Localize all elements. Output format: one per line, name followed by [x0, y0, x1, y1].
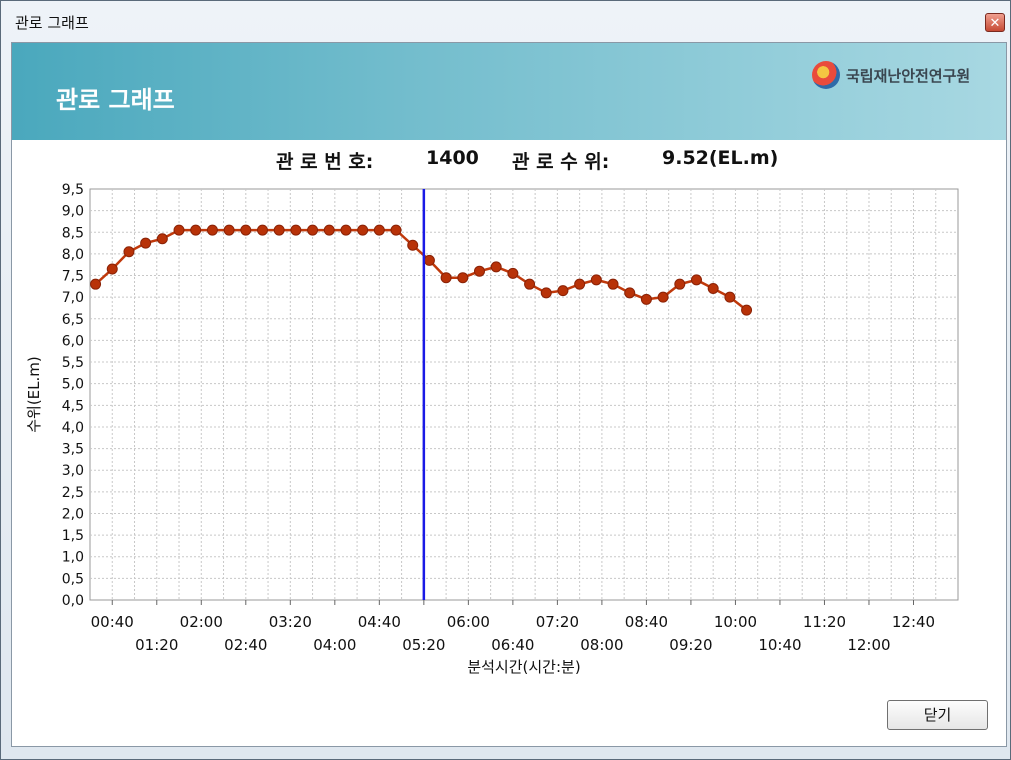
y-tick-label: 5,5 — [62, 355, 84, 371]
x-tick-label: 04:40 — [358, 613, 401, 631]
data-point — [240, 224, 252, 236]
data-point — [574, 278, 586, 290]
y-tick-label: 3,0 — [62, 463, 84, 479]
x-tick-label: 02:40 — [224, 636, 267, 654]
y-tick-label: 4,5 — [62, 398, 84, 414]
data-point — [724, 291, 736, 303]
x-tick-label: 11:20 — [803, 613, 846, 631]
x-axis-label: 분석시간(시간:분) — [467, 658, 580, 676]
data-point — [473, 265, 485, 277]
data-point — [290, 224, 302, 236]
data-point — [707, 283, 719, 295]
close-icon[interactable]: ✕ — [985, 13, 1005, 32]
data-point — [340, 224, 352, 236]
data-point — [140, 237, 152, 249]
content-panel: 관로 그래프 국립재난안전연구원 관 로 번 호: 1400 관 로 수 위: … — [11, 42, 1007, 747]
data-point — [607, 278, 619, 290]
y-tick-label: 8,0 — [62, 247, 84, 263]
data-point — [557, 285, 569, 297]
y-tick-label: 6,0 — [62, 333, 84, 349]
title-bar: 관로 그래프 ✕ — [1, 1, 1010, 41]
plot-area — [89, 188, 959, 601]
window-title: 관로 그래프 — [15, 14, 89, 32]
data-point — [657, 291, 669, 303]
data-point — [123, 246, 135, 258]
data-point — [256, 224, 268, 236]
x-tick-label: 07:20 — [536, 613, 579, 631]
x-tick-label: 08:00 — [580, 636, 623, 654]
x-tick-label: 04:00 — [313, 636, 356, 654]
data-point — [190, 224, 202, 236]
x-tick-label: 10:00 — [714, 613, 757, 631]
y-tick-label: 9,5 — [62, 182, 84, 198]
y-tick-label: 0,0 — [62, 593, 84, 609]
x-tick-label: 05:20 — [402, 636, 445, 654]
data-point — [156, 233, 168, 245]
data-point — [690, 274, 702, 286]
data-point — [373, 224, 385, 236]
data-point — [323, 224, 335, 236]
y-tick-label: 4,0 — [62, 420, 84, 436]
y-axis-label: 수위(EL.m) — [25, 356, 43, 433]
data-point — [173, 224, 185, 236]
data-point — [640, 293, 652, 305]
y-tick-label: 7,5 — [62, 269, 84, 285]
data-point — [106, 263, 118, 275]
y-tick-label: 6,5 — [62, 312, 84, 328]
y-tick-label: 3,5 — [62, 442, 84, 458]
data-point — [624, 287, 636, 299]
data-point — [741, 304, 753, 316]
x-tick-label: 09:20 — [669, 636, 712, 654]
data-point — [457, 272, 469, 284]
x-tick-label: 06:40 — [491, 636, 534, 654]
data-point — [206, 224, 218, 236]
x-tick-label: 02:00 — [180, 613, 223, 631]
data-point — [307, 224, 319, 236]
data-point — [390, 224, 402, 236]
y-tick-label: 1,5 — [62, 528, 84, 544]
x-tick-label: 01:20 — [135, 636, 178, 654]
y-tick-label: 9,0 — [62, 204, 84, 220]
x-tick-label: 06:00 — [447, 613, 490, 631]
data-point — [423, 254, 435, 266]
data-point — [223, 224, 235, 236]
water-level-chart: 0,0 0,5 1,0 1,5 2,0 2,5 3,0 3,5 4,0 4,5 5,0 5,5 6,0 6… — [25, 182, 959, 676]
y-tick-label: 1,0 — [62, 550, 84, 566]
graph-window: 관로 그래프 ✕ 관로 그래프 국립재난안전연구원 관 로 번 호: 1400 … — [0, 0, 1011, 760]
data-point — [490, 261, 502, 273]
y-tick-label: 7,0 — [62, 290, 84, 306]
data-point — [540, 287, 552, 299]
x-tick-label: 00:40 — [91, 613, 134, 631]
x-tick-label: 12:00 — [847, 636, 890, 654]
close-button[interactable]: 닫기 — [887, 700, 988, 730]
x-tick-label: 10:40 — [758, 636, 801, 654]
data-point — [90, 278, 102, 290]
data-point — [407, 239, 419, 251]
y-tick-label: 8,5 — [62, 225, 84, 241]
x-tick-label: 12:40 — [892, 613, 935, 631]
data-point — [440, 272, 452, 284]
x-tick-label: 08:40 — [625, 613, 668, 631]
y-tick-label: 5,0 — [62, 377, 84, 393]
y-tick-label: 2,5 — [62, 485, 84, 501]
y-tick-label: 2,0 — [62, 506, 84, 522]
data-point — [273, 224, 285, 236]
data-point — [524, 278, 536, 290]
data-point — [590, 274, 602, 286]
data-point — [357, 224, 369, 236]
data-point — [507, 267, 519, 279]
y-tick-label: 0,5 — [62, 571, 84, 587]
x-tick-label: 03:20 — [269, 613, 312, 631]
data-point — [674, 278, 686, 290]
